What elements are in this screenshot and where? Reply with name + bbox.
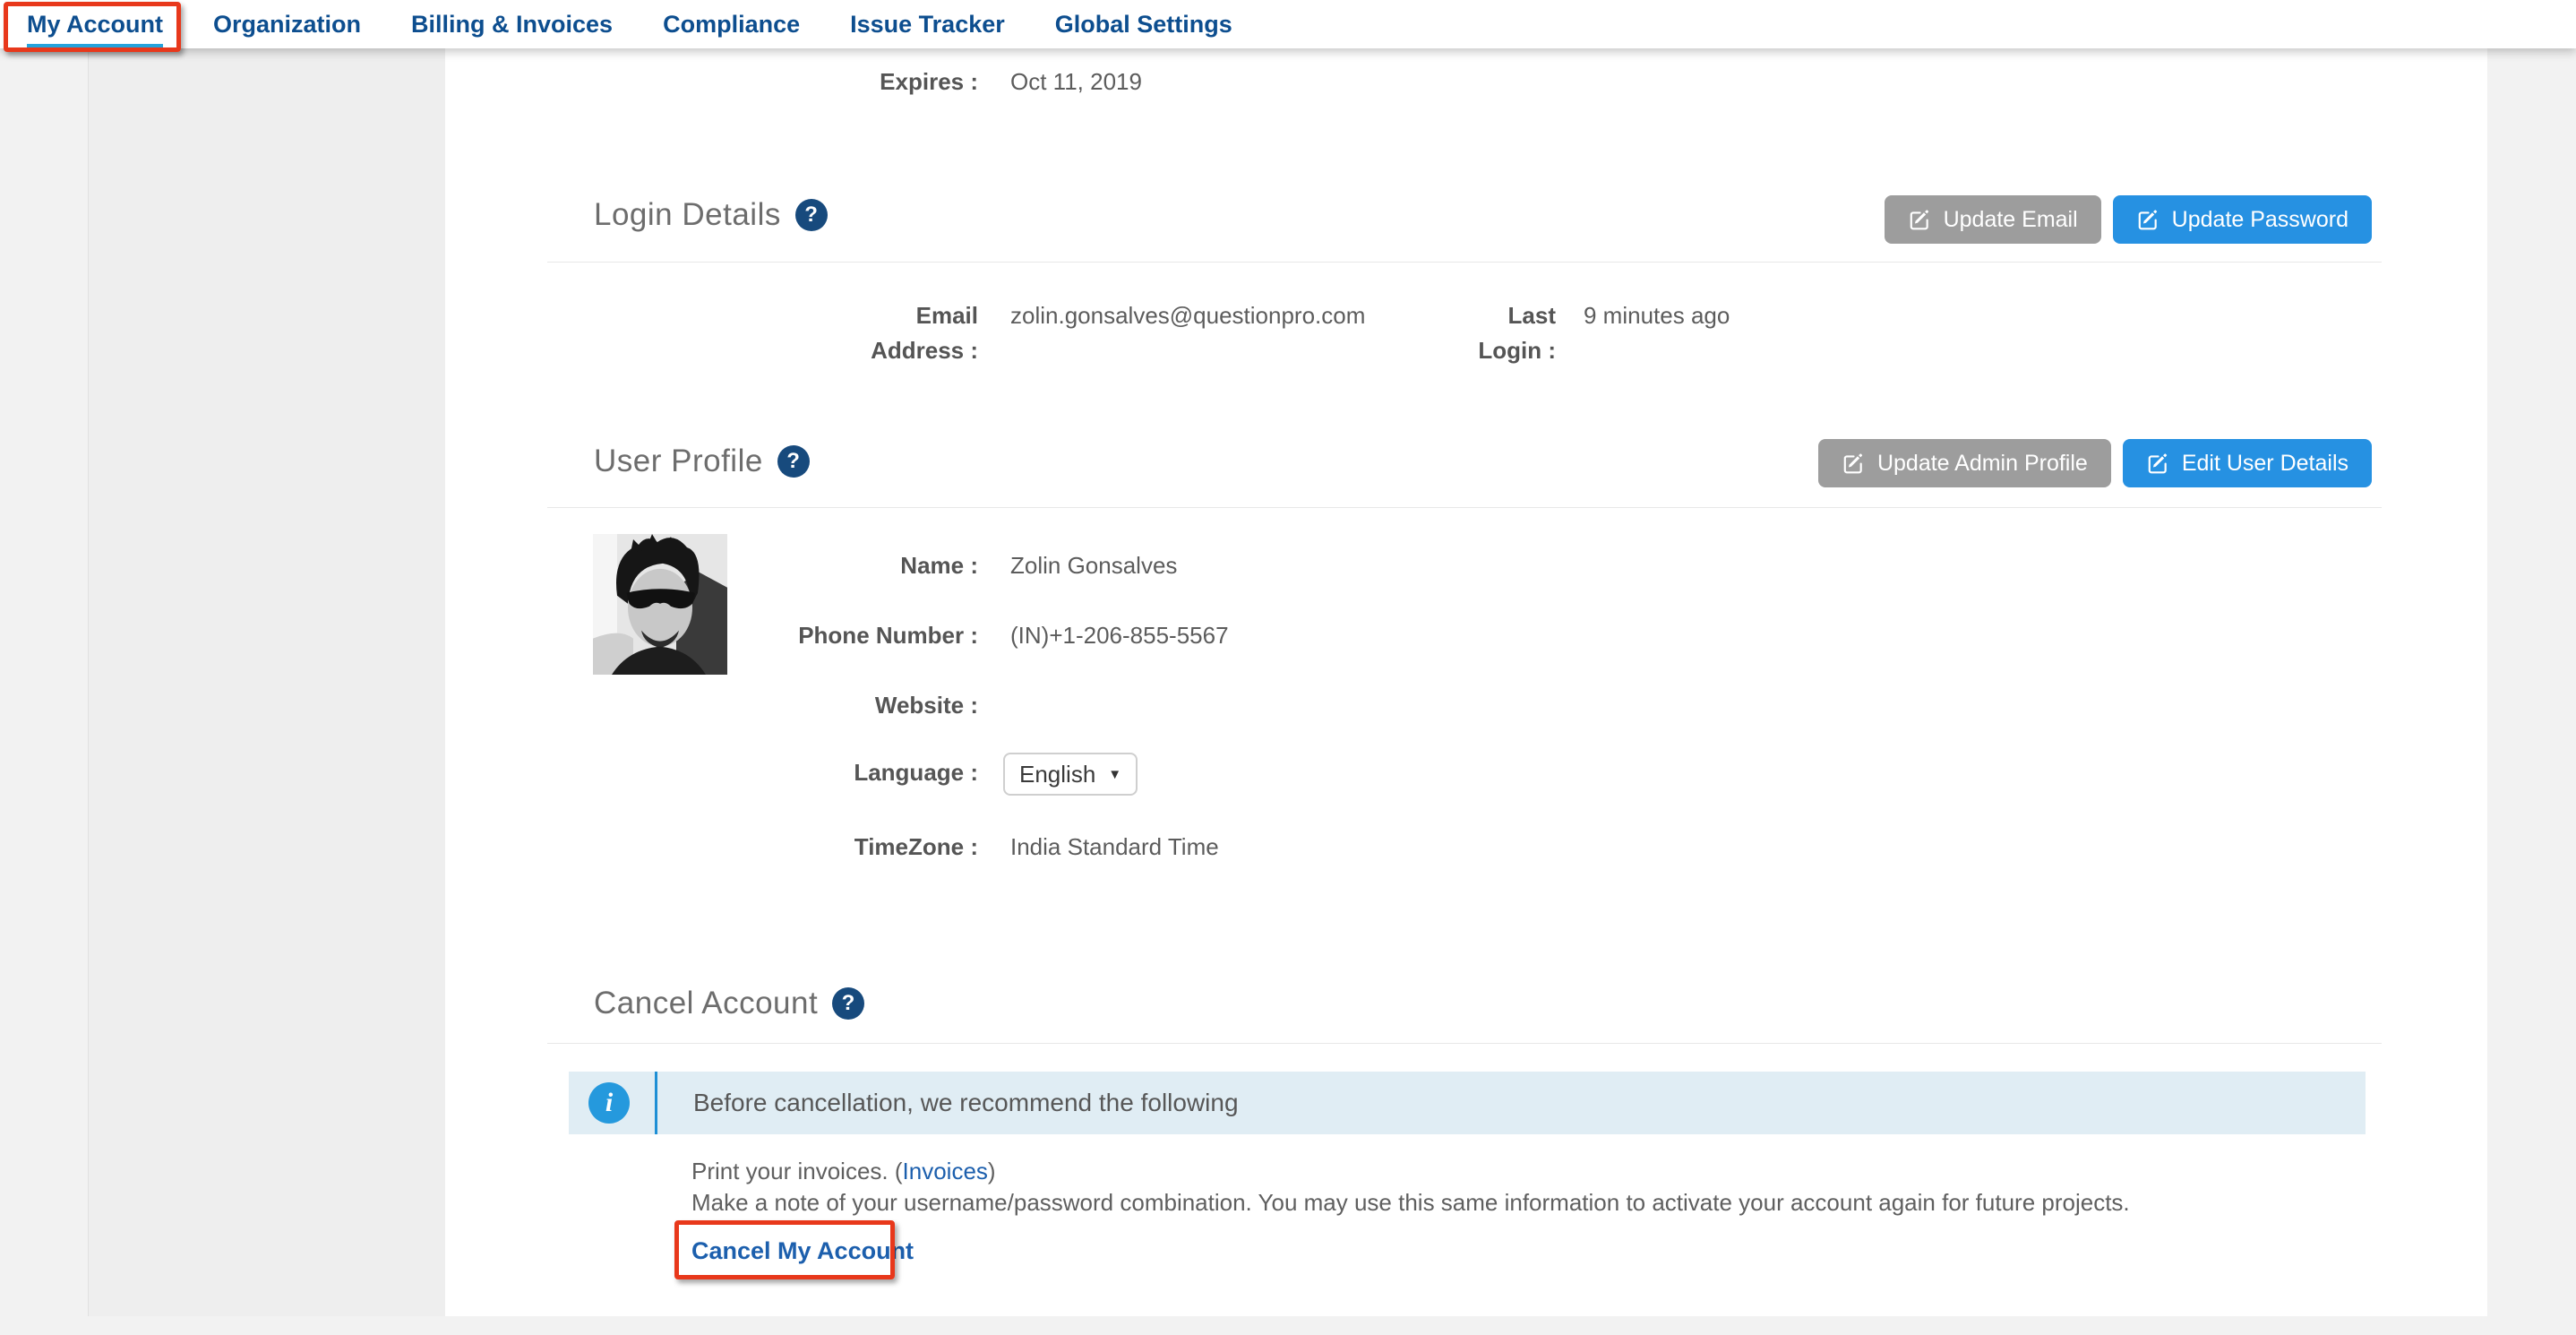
edit-icon bbox=[1908, 208, 1931, 231]
update-email-button[interactable]: Update Email bbox=[1885, 195, 2101, 244]
expires-value: Oct 11, 2019 bbox=[1010, 65, 1142, 99]
cancel-account-title: Cancel Account bbox=[594, 986, 818, 1021]
section-divider bbox=[547, 507, 2382, 508]
section-divider bbox=[547, 1043, 2382, 1044]
last-login-label: Last Login : bbox=[1442, 298, 1556, 368]
nav-tab-issue-tracker[interactable]: Issue Tracker bbox=[850, 11, 1005, 39]
nav-tab-organization[interactable]: Organization bbox=[213, 11, 361, 39]
last-login-label-line1: Last bbox=[1442, 298, 1556, 333]
email-label-line2: Address : bbox=[806, 333, 978, 368]
last-login-label-line2: Login : bbox=[1442, 333, 1556, 368]
nav-tab-global-settings[interactable]: Global Settings bbox=[1055, 11, 1232, 39]
website-label: Website : bbox=[770, 688, 978, 723]
nav-tab-billing-invoices[interactable]: Billing & Invoices bbox=[411, 11, 613, 39]
section-divider bbox=[547, 262, 2382, 263]
profile-photo bbox=[593, 534, 727, 675]
language-selected-value: English bbox=[1019, 761, 1095, 788]
nav-tab-compliance[interactable]: Compliance bbox=[663, 11, 800, 39]
edit-user-details-label: Edit User Details bbox=[2182, 451, 2348, 477]
timezone-value: India Standard Time bbox=[1010, 830, 1219, 865]
my-account-page: My Account Organization Billing & Invoic… bbox=[0, 0, 2576, 1335]
update-email-label: Update Email bbox=[1944, 207, 2078, 233]
info-icon-wrap: i bbox=[569, 1072, 655, 1134]
last-login-value: 9 minutes ago bbox=[1584, 298, 1730, 333]
cancel-my-account-link[interactable]: Cancel My Account bbox=[691, 1237, 914, 1265]
login-details-actions: Update Email Update Password bbox=[1885, 195, 2372, 244]
user-profile-heading: User Profile ? bbox=[594, 444, 810, 479]
expires-label: Expires : bbox=[770, 65, 978, 99]
update-password-label: Update Password bbox=[2172, 207, 2348, 233]
invoices-text-suffix: ) bbox=[988, 1158, 996, 1184]
cancellation-info-banner: i Before cancellation, we recommend the … bbox=[569, 1072, 2366, 1134]
edit-icon bbox=[1842, 452, 1865, 475]
update-admin-profile-label: Update Admin Profile bbox=[1877, 451, 2088, 477]
invoices-link[interactable]: Invoices bbox=[903, 1158, 988, 1184]
cancel-instructions-line2: Make a note of your username/password co… bbox=[691, 1187, 2130, 1219]
info-banner-text: Before cancellation, we recommend the fo… bbox=[657, 1072, 1239, 1134]
email-label-line1: Email bbox=[806, 298, 978, 333]
help-icon[interactable]: ? bbox=[832, 987, 864, 1020]
timezone-label: TimeZone : bbox=[770, 830, 978, 865]
name-label: Name : bbox=[770, 548, 978, 583]
edit-user-details-button[interactable]: Edit User Details bbox=[2123, 439, 2372, 487]
email-address-value: zolin.gonsalves@questionpro.com bbox=[1010, 298, 1365, 333]
edit-icon bbox=[2136, 208, 2160, 231]
nav-tab-my-account[interactable]: My Account bbox=[27, 11, 163, 39]
left-margin-strip bbox=[0, 48, 88, 1316]
update-admin-profile-button[interactable]: Update Admin Profile bbox=[1818, 439, 2111, 487]
name-value: Zolin Gonsalves bbox=[1010, 548, 1177, 583]
cancel-instructions-line1: Print your invoices. (Invoices) bbox=[691, 1156, 996, 1187]
info-icon: i bbox=[588, 1082, 630, 1124]
email-address-label: Email Address : bbox=[806, 298, 978, 368]
language-label: Language : bbox=[770, 755, 978, 790]
language-dropdown[interactable]: English ▼ bbox=[1003, 753, 1138, 796]
left-side-panel bbox=[88, 48, 445, 1316]
cancel-account-heading: Cancel Account ? bbox=[594, 986, 864, 1021]
login-details-heading: Login Details ? bbox=[594, 197, 828, 233]
top-navigation: My Account Organization Billing & Invoic… bbox=[0, 0, 2576, 48]
edit-icon bbox=[2146, 452, 2169, 475]
user-profile-title: User Profile bbox=[594, 444, 763, 479]
phone-number-value: (IN)+1-206-855-5567 bbox=[1010, 618, 1229, 653]
login-details-title: Login Details bbox=[594, 197, 781, 233]
help-icon[interactable]: ? bbox=[795, 199, 828, 231]
help-icon[interactable]: ? bbox=[777, 445, 810, 478]
phone-number-label: Phone Number : bbox=[770, 618, 978, 653]
update-password-button[interactable]: Update Password bbox=[2113, 195, 2372, 244]
user-profile-actions: Update Admin Profile Edit User Details bbox=[1818, 439, 2372, 487]
chevron-down-icon: ▼ bbox=[1108, 768, 1121, 781]
invoices-text-prefix: Print your invoices. ( bbox=[691, 1158, 903, 1184]
